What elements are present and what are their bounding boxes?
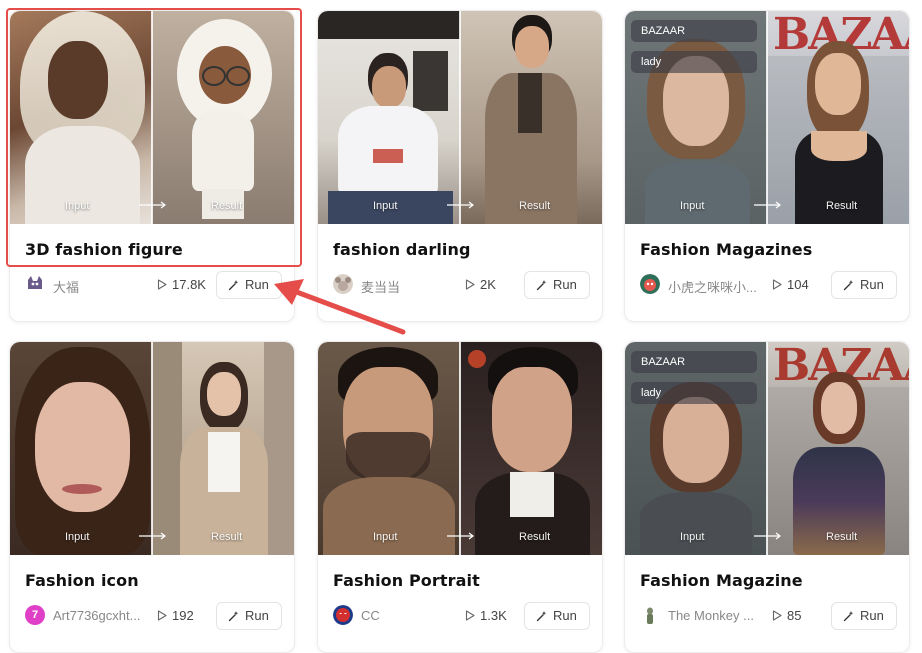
workflow-card[interactable]: Input Result Fashion icon 7 Art7736gcxht… [9,341,295,653]
magic-wand-icon [536,611,547,622]
avatar-letter: 7 [31,609,39,621]
author-name[interactable]: Art7736gcxht... [53,608,148,623]
play-count: 192 [172,608,194,623]
input-image [318,11,460,224]
play-count-icon [772,279,782,290]
run-button[interactable]: Run [524,602,590,630]
run-label: Run [245,608,269,623]
run-label: Run [553,608,577,623]
input-label: Input [680,531,705,543]
arrow-right-icon [447,201,474,209]
play-count: 2K [480,277,496,292]
preview-image[interactable]: Input Result [318,11,602,224]
magic-wand-icon [228,280,239,291]
result-label: Result [519,200,551,212]
sticker-avatar-icon[interactable] [640,274,660,294]
run-button[interactable]: Run [216,602,282,630]
magic-wand-icon [228,611,239,622]
run-label: Run [860,277,884,292]
workflow-card[interactable]: Input Result Fashion Portrait CC 1.3K Ru… [317,341,603,653]
result-image: BAZAAR [767,11,909,224]
card-title[interactable]: Fashion Portrait [333,571,480,590]
play-count: 1.3K [480,608,507,623]
input-label: Input [680,200,705,212]
input-label: Input [373,531,398,543]
play-count: 104 [787,277,809,292]
magic-wand-icon [843,611,854,622]
preview-image[interactable]: BAZAAR BAZAAR lady Input Result [625,11,909,224]
play-count-icon [465,610,475,621]
result-label: Result [826,200,858,212]
author-name[interactable]: The Monkey ... [668,608,763,623]
run-button[interactable]: Run [831,602,897,630]
preview-image[interactable]: Input Result [318,342,602,555]
author-name[interactable]: 小虎之咪咪小... [668,277,763,296]
play-count: 85 [787,608,802,623]
card-title[interactable]: Fashion Magazine [640,571,803,590]
tag-bazaar: BAZAAR [631,20,757,42]
tag-bazaar: BAZAAR [631,351,757,373]
preview-image[interactable]: BAZAAR BAZAAR lady Input Result [625,342,909,555]
author-name[interactable]: CC [361,608,456,623]
workflow-card[interactable]: BAZAAR BAZAAR lady Input Result Fashion … [624,341,910,653]
play-count-icon [772,610,782,621]
run-label: Run [860,608,884,623]
play-count: 17.8K [172,277,206,292]
run-label: Run [553,277,577,292]
result-image: BAZAAR [767,342,909,555]
card-title[interactable]: fashion darling [333,240,471,259]
tag-lady: lady [631,382,757,404]
input-image [625,342,767,555]
author-avatar[interactable]: 7 [25,605,45,625]
input-label: Input [65,531,90,543]
arrow-right-icon [754,201,781,209]
highlight-box [6,8,302,267]
arrow-right-icon [754,532,781,540]
input-image [10,342,152,555]
input-label: Input [373,200,398,212]
magic-wand-icon [536,280,547,291]
preview-image[interactable]: Input Result [10,342,294,555]
input-image [318,342,460,555]
run-button[interactable]: Run [831,271,897,299]
monkey-avatar-icon[interactable] [640,605,660,625]
workflow-card[interactable]: BAZAAR BAZAAR lady Input Result Fashion … [624,10,910,322]
result-label: Result [519,531,551,543]
play-count-icon [465,279,475,290]
tag-lady: lady [631,51,757,73]
result-image [460,11,602,224]
magic-wand-icon [843,280,854,291]
spiderman-avatar-icon[interactable] [333,605,353,625]
run-button[interactable]: Run [524,271,590,299]
author-name[interactable]: 大福 [53,277,148,296]
play-count-icon [157,279,167,290]
result-image [152,342,294,555]
arrow-right-icon [447,532,474,540]
input-image [625,11,767,224]
arrow-right-icon [139,532,166,540]
result-label: Result [211,531,243,543]
card-title[interactable]: Fashion icon [25,571,139,590]
run-label: Run [245,277,269,292]
play-count-icon [157,610,167,621]
red-pointer-arrow [274,279,406,335]
card-title[interactable]: Fashion Magazines [640,240,812,259]
result-image [460,342,602,555]
result-label: Result [826,531,858,543]
cat-avatar-icon[interactable] [25,274,45,294]
